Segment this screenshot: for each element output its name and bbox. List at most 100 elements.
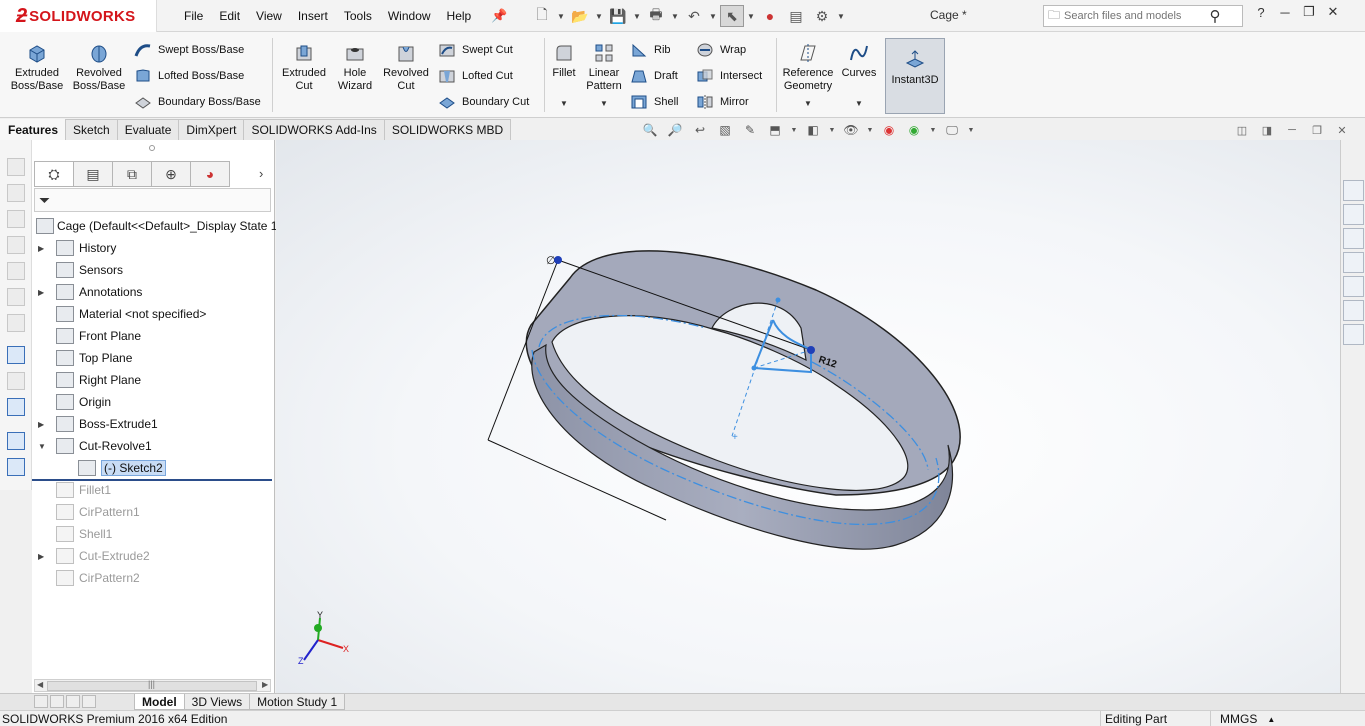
solidworks-logo[interactable]: ƻ SOLIDWORKS [0, 0, 157, 32]
reference-geometry-button[interactable]: Reference Geometry [780, 42, 836, 93]
next-tab-icon[interactable] [66, 694, 80, 708]
dimension-point[interactable] [554, 256, 562, 264]
menu-edit[interactable]: Edit [211, 9, 248, 23]
tree-item-sketch2[interactable]: (-) Sketch2 [32, 457, 275, 479]
tree-item-right-plane[interactable]: Right Plane [32, 369, 275, 391]
strip-revolve-icon[interactable] [7, 458, 25, 476]
restore-icon[interactable]: ❐ [1300, 4, 1318, 20]
menu-tools[interactable]: Tools [336, 9, 380, 23]
tree-item-cut-extrude2[interactable]: ▶ Cut-Extrude2 [32, 545, 275, 567]
strip-shell-icon[interactable] [7, 288, 25, 306]
strip-sketch-icon[interactable] [7, 346, 25, 364]
search-icon[interactable]: ⚲ [1204, 7, 1226, 25]
open-icon[interactable]: 📂 [568, 5, 592, 27]
linear-pattern-button[interactable]: Linear Pattern [584, 42, 624, 93]
doc-close-icon[interactable]: ✕ [1335, 124, 1349, 137]
save-dropdown-icon[interactable]: ▼ [632, 5, 642, 27]
scroll-left-icon[interactable]: ◀ [37, 680, 43, 689]
view-orientation-dropdown-icon[interactable]: ▼ [790, 121, 798, 139]
tab-3d-views[interactable]: 3D Views [183, 694, 251, 710]
appearances-icon[interactable] [1343, 276, 1364, 297]
forum-icon[interactable] [1343, 324, 1364, 345]
search-input[interactable] [1064, 10, 1204, 22]
feature-tree-tab-icon[interactable]: ⛭ [34, 161, 74, 187]
feature-tree-filter[interactable]: ⏷ [34, 188, 271, 212]
tab-addins[interactable]: SOLIDWORKS Add-Ins [243, 119, 385, 140]
curves-dropdown-icon[interactable]: ▼ [855, 99, 863, 108]
dynamic-annotation-icon[interactable]: ✎ [740, 121, 760, 139]
swept-boss-button[interactable]: Swept Boss/Base [134, 40, 244, 60]
apply-scene-icon[interactable]: ◉ [904, 121, 924, 139]
more-tabs-chevron-icon[interactable]: › [259, 166, 263, 181]
lofted-boss-button[interactable]: Lofted Boss/Base [134, 66, 244, 86]
hole-wizard-button[interactable]: Hole Wizard [334, 42, 376, 93]
print-icon[interactable]: 🖶 [644, 5, 668, 27]
rebuild-traffic-light-icon[interactable]: ● [758, 5, 782, 27]
tab-model[interactable]: Model [134, 694, 185, 710]
tab-sketch[interactable]: Sketch [65, 119, 118, 140]
split-right-icon[interactable]: ◨ [1260, 124, 1274, 137]
strip-smart-dimension-icon[interactable] [7, 372, 25, 390]
tree-item-history[interactable]: ▶ History [32, 237, 275, 259]
sketch-point[interactable] [751, 365, 757, 371]
boundary-cut-button[interactable]: Boundary Cut [438, 92, 529, 112]
select-dropdown-icon[interactable]: ▼ [746, 5, 756, 27]
doc-minimize-icon[interactable]: ─ [1285, 124, 1299, 137]
new-document-icon[interactable]: 🗋 [530, 5, 554, 27]
curves-button[interactable]: Curves [838, 42, 880, 80]
sketch-endpoint[interactable] [807, 346, 815, 354]
rollback-bar[interactable] [32, 479, 272, 481]
strip-rib-icon[interactable] [7, 262, 25, 280]
file-explorer-icon[interactable] [1343, 228, 1364, 249]
extruded-boss-button[interactable]: Extruded Boss/Base [10, 42, 64, 93]
search-scope-icon[interactable]: 🗀 [1044, 6, 1064, 27]
dimxpert-manager-tab-icon[interactable]: ⊕ [151, 161, 191, 187]
wrap-button[interactable]: Wrap [696, 40, 746, 60]
hide-show-icon[interactable]: 👁 [841, 121, 861, 139]
select-cursor-icon[interactable]: ⬉ [720, 5, 744, 27]
doc-restore-icon[interactable]: ❐ [1310, 124, 1324, 137]
view-settings-icon[interactable]: 🖵 [942, 121, 962, 139]
tree-item-top-plane[interactable]: Top Plane [32, 347, 275, 369]
menu-view[interactable]: View [248, 9, 290, 23]
intersect-button[interactable]: Intersect [696, 66, 762, 86]
fillet-dropdown-icon[interactable]: ▼ [560, 99, 568, 108]
display-style-icon[interactable]: ◧ [803, 121, 823, 139]
hide-show-dropdown-icon[interactable]: ▼ [866, 121, 874, 139]
tab-mbd[interactable]: SOLIDWORKS MBD [383, 119, 512, 140]
view-settings-dropdown-icon[interactable]: ▼ [967, 121, 975, 139]
strip-display-icon[interactable] [7, 398, 25, 416]
last-tab-icon[interactable] [82, 694, 96, 708]
mirror-button[interactable]: Mirror [696, 92, 749, 112]
revolved-boss-button[interactable]: Revolved Boss/Base [72, 42, 126, 93]
tab-features[interactable]: Features [0, 119, 67, 140]
display-manager-tab-icon[interactable]: ◕ [190, 161, 230, 187]
menu-insert[interactable]: Insert [290, 9, 336, 23]
strip-mirror-icon[interactable] [7, 314, 25, 332]
strip-boss-icon[interactable] [7, 432, 25, 450]
view-orientation-icon[interactable]: ⬒ [765, 121, 785, 139]
print-dropdown-icon[interactable]: ▼ [670, 5, 680, 27]
sketch-point[interactable] [775, 297, 781, 303]
minimize-icon[interactable]: ─ [1276, 5, 1294, 20]
open-dropdown-icon[interactable]: ▼ [594, 5, 604, 27]
custom-properties-icon[interactable] [1343, 300, 1364, 321]
options-gear-icon[interactable]: ⚙ [810, 5, 834, 27]
shell-button[interactable]: Shell [630, 92, 678, 112]
split-left-icon[interactable]: ◫ [1235, 124, 1249, 137]
tree-item-boss-extrude1[interactable]: ▶ Boss-Extrude1 [32, 413, 275, 435]
scroll-thumb[interactable]: ||| [47, 679, 257, 691]
rib-button[interactable]: Rib [630, 40, 671, 60]
tree-item-cirpattern2[interactable]: CirPattern2 [32, 567, 275, 589]
menu-help[interactable]: Help [439, 9, 480, 23]
unit-system-selector[interactable]: MMGS ▲ [1210, 711, 1290, 726]
swept-cut-button[interactable]: Swept Cut [438, 40, 513, 60]
pattern-dropdown-icon[interactable]: ▼ [600, 99, 608, 108]
graphics-area[interactable]: ∅ + R12 X Y Z [276, 140, 1340, 693]
zoom-to-fit-icon[interactable]: 🔍 [640, 121, 660, 139]
view-palette-icon[interactable] [1343, 252, 1364, 273]
tree-item-annotations[interactable]: ▶ Annotations [32, 281, 275, 303]
undo-icon[interactable]: ↶ [682, 5, 706, 27]
strip-pattern-icon[interactable] [7, 236, 25, 254]
extruded-cut-button[interactable]: Extruded Cut [278, 42, 330, 93]
